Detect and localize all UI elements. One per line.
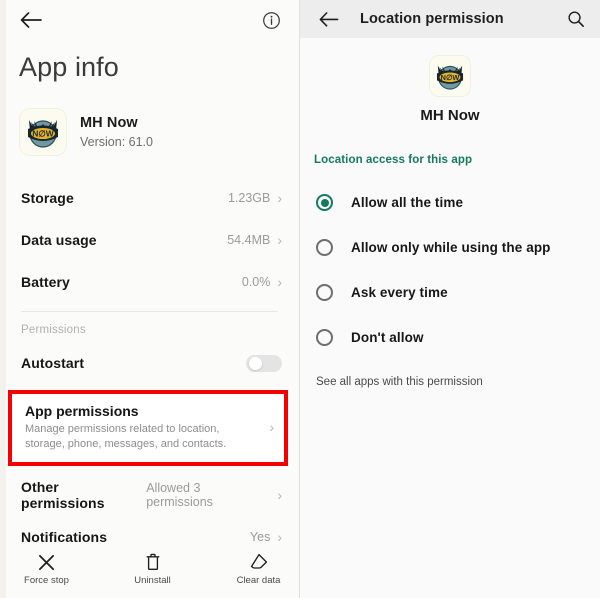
row-autostart[interactable]: Autostart [0, 342, 299, 384]
row-storage[interactable]: Storage 1.23GB › [0, 177, 299, 219]
back-arrow-icon[interactable] [316, 6, 342, 32]
permission-options-group: Allow all the time Allow only while usin… [300, 166, 600, 360]
force-stop-button[interactable]: Force stop [16, 552, 78, 586]
trash-can-icon [145, 552, 161, 572]
close-x-icon [38, 552, 55, 572]
app-version: Version: 61.0 [80, 135, 153, 149]
panel-left-edge [0, 0, 6, 598]
row-value: Yes [249, 529, 271, 544]
row-label: Autostart [21, 355, 85, 371]
toggle-knob [248, 356, 262, 370]
app-permissions-row-highlighted[interactable]: App permissions Manage permissions relat… [8, 390, 288, 466]
action-label: Force stop [24, 575, 69, 586]
radio-button-selected[interactable] [316, 194, 333, 211]
option-dont-allow[interactable]: Don't allow [300, 315, 600, 360]
app-identity-block: N∅W MH Now [300, 38, 600, 124]
location-permission-topbar: Location permission [300, 0, 600, 38]
row-battery[interactable]: Battery 0.0% › [0, 261, 299, 303]
see-all-apps-link[interactable]: See all apps with this permission [300, 360, 600, 388]
app-meta: MH Now Version: 61.0 [80, 115, 153, 149]
app-permissions-title: App permissions [25, 403, 139, 419]
clear-data-button[interactable]: Clear data [228, 552, 290, 586]
chevron-right-icon: › [277, 232, 282, 248]
app-info-topbar [0, 0, 299, 40]
page-title: Location permission [360, 11, 504, 27]
mh-now-app-icon: N∅W [20, 109, 66, 155]
app-name: MH Now [420, 107, 480, 124]
info-rows: Storage 1.23GB › Data usage 54.4MB › Bat… [0, 177, 299, 303]
row-right: 54.4MB › [227, 233, 282, 247]
autostart-toggle[interactable] [246, 354, 282, 372]
location-permission-panel: Location permission N∅W MH Now Location … [300, 0, 600, 598]
page-title: App info [19, 52, 119, 82]
search-icon[interactable] [566, 9, 586, 29]
option-label: Ask every time [351, 285, 448, 300]
uninstall-button[interactable]: Uninstall [122, 552, 184, 586]
row-label: Notifications [21, 528, 108, 545]
row-value: 0.0% [241, 275, 271, 289]
app-identity-block: N∅W MH Now Version: 61.0 [0, 83, 299, 155]
row-data-usage[interactable]: Data usage 54.4MB › [0, 219, 299, 261]
chevron-right-icon: › [277, 274, 282, 290]
app-name: MH Now [80, 115, 138, 131]
row-label: Storage [21, 190, 74, 206]
chevron-right-icon: › [277, 528, 282, 545]
chevron-right-icon: › [277, 486, 282, 503]
dual-screenshot-container: App info N∅W MH Now Version: 61.0 Storag… [0, 0, 600, 598]
svg-text:N∅W: N∅W [441, 73, 460, 82]
row-other-permissions[interactable]: Other permissions Allowed 3 permissions … [0, 474, 299, 516]
radio-button[interactable] [316, 284, 333, 301]
mh-now-app-icon: N∅W [430, 56, 470, 96]
bottom-info-rows: Other permissions Allowed 3 permissions … [0, 474, 299, 558]
location-access-label: Location access for this app [314, 154, 473, 166]
row-label: Data usage [21, 232, 97, 248]
option-allow-all-the-time[interactable]: Allow all the time [300, 180, 600, 225]
action-label: Clear data [236, 575, 281, 586]
radio-button[interactable] [316, 239, 333, 256]
row-right: 0.0% › [242, 275, 282, 289]
row-label: Battery [21, 274, 70, 290]
row-value: 1.23GB [227, 191, 271, 205]
eraser-icon [250, 552, 268, 572]
option-label: Allow only while using the app [351, 240, 551, 255]
row-value: 54.4MB [227, 233, 271, 247]
option-allow-while-using[interactable]: Allow only while using the app [300, 225, 600, 270]
chevron-right-icon: › [277, 190, 282, 206]
app-action-bar: Force stop Uninstall Clear data [6, 550, 299, 598]
info-circle-icon[interactable] [260, 9, 282, 31]
radio-button[interactable] [316, 329, 333, 346]
option-label: Allow all the time [351, 195, 464, 210]
back-arrow-icon[interactable] [18, 7, 44, 33]
action-label: Uninstall [134, 575, 171, 586]
row-right: 1.23GB › [228, 191, 282, 205]
app-permissions-text: App permissions Manage permissions relat… [25, 403, 257, 452]
permissions-section-label: Permissions [21, 324, 86, 336]
option-ask-every-time[interactable]: Ask every time [300, 270, 600, 315]
row-right: Allowed 3 permissions › [146, 481, 282, 509]
row-value: Allowed 3 permissions [146, 480, 213, 509]
option-label: Don't allow [351, 330, 424, 345]
app-permissions-subtitle: Manage permissions related to location, … [25, 423, 227, 450]
app-info-panel: App info N∅W MH Now Version: 61.0 Storag… [0, 0, 300, 598]
row-label: Other permissions [21, 478, 105, 511]
row-right: Yes › [250, 530, 282, 544]
chevron-right-icon: › [269, 419, 274, 436]
svg-text:N∅W: N∅W [32, 128, 55, 138]
